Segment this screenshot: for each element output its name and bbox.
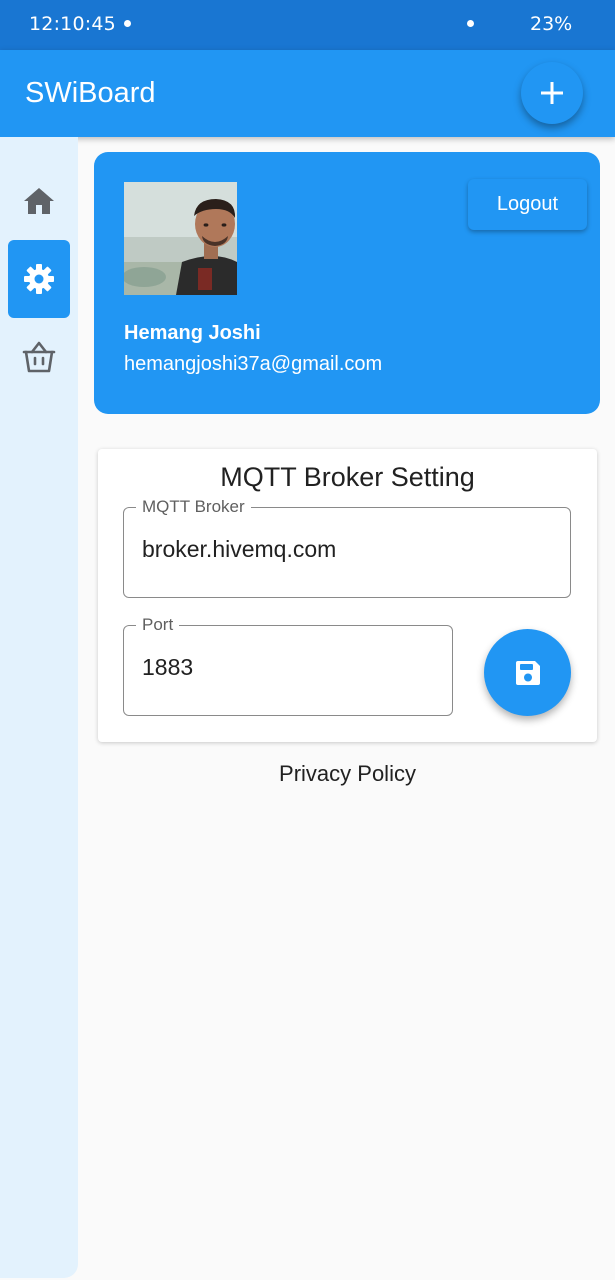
gear-icon xyxy=(24,264,54,294)
logout-button[interactable]: Logout xyxy=(468,179,587,230)
user-name: Hemang Joshi xyxy=(124,322,261,344)
port-field[interactable]: Port xyxy=(123,615,453,716)
plus-icon xyxy=(541,82,563,104)
status-bar: 12:10:45 23% xyxy=(0,0,615,50)
app-bar: SWiBoard xyxy=(0,50,615,137)
nav-item-settings[interactable] xyxy=(8,240,70,318)
profile-card: Logout Hemang Joshi hemangjoshi37a@gmail… xyxy=(94,152,600,414)
nav-item-home[interactable] xyxy=(8,162,70,240)
notification-dot-icon xyxy=(124,20,131,27)
mqtt-settings-card: MQTT Broker Setting MQTT Broker Port xyxy=(98,449,597,742)
avatar xyxy=(124,182,237,295)
add-button[interactable] xyxy=(521,62,583,124)
mqtt-settings-title: MQTT Broker Setting xyxy=(220,462,475,492)
floppy-disk-icon xyxy=(515,660,540,685)
port-label: Port xyxy=(136,615,180,635)
navigation-rail xyxy=(0,137,78,1278)
nav-item-basket[interactable] xyxy=(8,318,70,396)
save-button[interactable] xyxy=(484,629,571,716)
status-time: 12:10:45 xyxy=(29,13,116,35)
user-email: hemangjoshi37a@gmail.com xyxy=(124,353,383,375)
app-title: SWiBoard xyxy=(25,77,156,109)
profile-photo xyxy=(124,182,237,295)
mqtt-broker-label: MQTT Broker xyxy=(136,497,251,517)
privacy-policy-link[interactable]: Privacy Policy xyxy=(98,761,597,787)
home-icon xyxy=(24,188,54,214)
basket-icon xyxy=(22,341,56,373)
battery-level: 23% xyxy=(530,13,573,35)
mqtt-broker-input[interactable] xyxy=(142,536,542,563)
port-input[interactable] xyxy=(142,654,432,681)
notification-dot-icon xyxy=(467,20,474,27)
mqtt-broker-field[interactable]: MQTT Broker xyxy=(123,497,571,598)
